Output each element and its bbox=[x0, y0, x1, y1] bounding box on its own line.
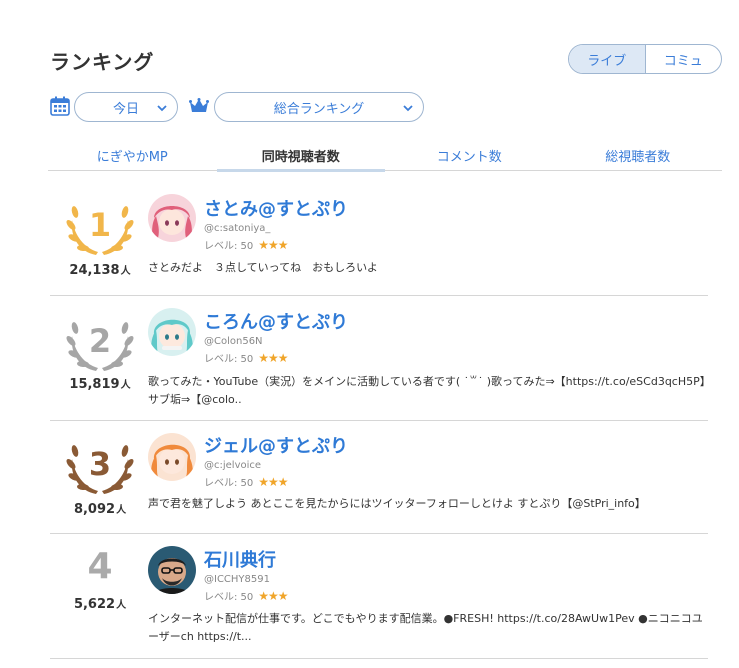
date-dropdown-label: 今日 bbox=[112, 101, 139, 117]
avatar[interactable] bbox=[148, 433, 196, 481]
star-rating-icon: ★★★ bbox=[258, 350, 288, 365]
live-toggle-button[interactable]: ライブ bbox=[569, 45, 645, 73]
user-handle: @ICCHY8591 bbox=[204, 574, 270, 585]
avatar[interactable] bbox=[148, 194, 196, 242]
rank-number: 4 bbox=[87, 546, 113, 587]
star-rating-icon: ★★★ bbox=[258, 474, 288, 489]
viewer-count: 8,092人 bbox=[73, 502, 127, 517]
user-level: レベル: 50 ★★★ bbox=[204, 588, 289, 604]
rank-number: 1 bbox=[89, 206, 111, 244]
ranking-type-label: 総合ランキング bbox=[273, 101, 365, 117]
tab-concurrent-viewers[interactable]: 同時視聴者数 bbox=[216, 140, 386, 172]
mode-toggle: ライブ コミュ bbox=[568, 44, 722, 74]
user-name-link[interactable]: さとみ@すとぷり bbox=[204, 195, 348, 221]
tab-nigiyaka-mp[interactable]: にぎやかMP bbox=[48, 140, 217, 170]
ranking-list: 1 24,138人 さとみ@すとぷり @c:satoniya_ レベル: 50 ★… bbox=[50, 182, 708, 659]
viewer-count: 5,622人 bbox=[73, 597, 127, 612]
user-handle: @c:jelvoice bbox=[204, 460, 262, 471]
star-rating-icon: ★★★ bbox=[258, 588, 288, 603]
crown-icon bbox=[189, 98, 209, 112]
ranking-row: 1 24,138人 さとみ@すとぷり @c:satoniya_ レベル: 50 ★… bbox=[50, 182, 708, 296]
user-description: 声で君を魅了しよう あとここを見たからにはツイッターフォローしとけよ すとぷり【… bbox=[148, 497, 646, 510]
page-title: ランキング bbox=[50, 50, 155, 74]
viewer-count: 15,819人 bbox=[69, 377, 131, 392]
user-level: レベル: 50 ★★★ bbox=[204, 237, 289, 253]
community-toggle-button[interactable]: コミュ bbox=[646, 45, 722, 73]
tab-comment-count[interactable]: コメント数 bbox=[385, 140, 554, 170]
user-name-link[interactable]: ころん@すとぷり bbox=[204, 308, 348, 334]
ranking-type-dropdown[interactable]: 総合ランキング bbox=[214, 92, 424, 122]
tab-total-viewers[interactable]: 総視聴者数 bbox=[554, 140, 723, 170]
date-dropdown[interactable]: 今日 bbox=[74, 92, 178, 122]
user-level: レベル: 50 ★★★ bbox=[204, 350, 289, 366]
chevron-down-icon bbox=[157, 105, 167, 112]
user-level: レベル: 50 ★★★ bbox=[204, 474, 289, 490]
user-handle: @c:satoniya_ bbox=[204, 223, 271, 234]
silver-laurel-icon: 2 bbox=[66, 322, 134, 371]
ranking-row: 3 8,092人 ジェル@すとぷり @c:jelvoice レベル: 50 ★★★… bbox=[50, 421, 708, 534]
rank-number: 3 bbox=[89, 445, 111, 483]
avatar[interactable] bbox=[148, 546, 196, 594]
user-description: 歌ってみた・YouTube（実況）をメインに活動している者です( ˙꒳˙ )歌っ… bbox=[148, 375, 706, 406]
user-name-link[interactable]: 石川典行 bbox=[204, 546, 276, 572]
ranking-row: 4 5,622人 石川典行 @ICCHY8591 レベル: 50 ★★★ インター… bbox=[50, 534, 708, 659]
rank-number: 2 bbox=[89, 322, 111, 360]
viewer-count: 24,138人 bbox=[69, 263, 131, 278]
ranking-tabs: にぎやかMP 同時視聴者数 コメント数 総視聴者数 bbox=[48, 140, 723, 172]
ranking-row: 2 15,819人 ころん@すとぷり @Colon56N レベル: 50 ★★★ … bbox=[50, 296, 708, 421]
user-handle: @Colon56N bbox=[204, 336, 263, 347]
user-name-link[interactable]: ジェル@すとぷり bbox=[204, 432, 348, 458]
star-rating-icon: ★★★ bbox=[258, 237, 288, 252]
bronze-laurel-icon: 3 bbox=[66, 445, 134, 494]
calendar-icon bbox=[50, 96, 70, 116]
user-description: さとみだよ ３点していってね おもしろいよ bbox=[148, 261, 378, 274]
gold-laurel-icon: 1 bbox=[66, 206, 134, 255]
chevron-down-icon bbox=[403, 105, 413, 112]
user-description: インターネット配信が仕事です。どこでもやります配信業。●FRESH! https… bbox=[148, 612, 703, 643]
avatar[interactable] bbox=[148, 308, 196, 356]
